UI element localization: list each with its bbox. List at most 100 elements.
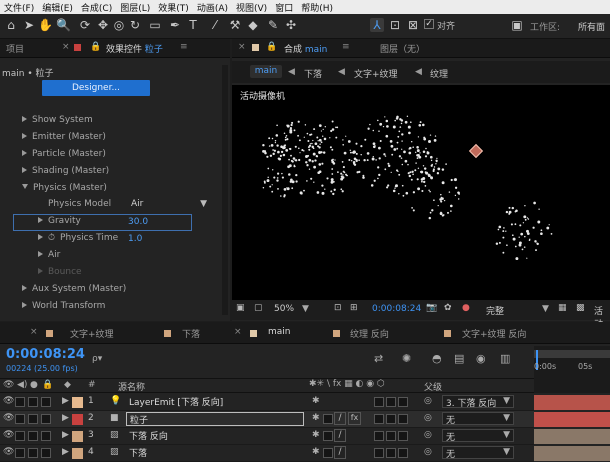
tab-composition[interactable]: 合成 main	[284, 42, 327, 55]
grid-icon[interactable]: ▩	[576, 303, 585, 313]
layer-duration-bar[interactable]	[534, 429, 610, 444]
3d-layer-switch[interactable]	[398, 397, 408, 407]
transparency-icon[interactable]: ⊞	[350, 303, 358, 313]
air-row[interactable]: Air	[0, 250, 218, 267]
view-axis-icon[interactable]: ⊠	[406, 18, 420, 32]
quality-switch-icon[interactable]: /	[334, 429, 346, 442]
twirl-arrow-icon[interactable]: ▶	[62, 396, 69, 406]
crumb-main[interactable]: main	[250, 65, 282, 78]
layer-name[interactable]: 下落	[126, 446, 304, 460]
menu-layer[interactable]: 图层(L)	[116, 1, 154, 14]
tab-main[interactable]: main	[268, 327, 291, 337]
eye-icon[interactable]: 👁	[3, 396, 14, 406]
frame-blend-switch[interactable]	[374, 414, 384, 424]
layer-row[interactable]: 👁 ▶ 4 ▨ 下落 ✱ / ◎ 无 ▼	[0, 445, 534, 462]
shy-switch-icon[interactable]: ✱	[312, 447, 320, 457]
solo-toggle[interactable]	[28, 397, 38, 407]
frame-blend-switch[interactable]	[374, 448, 384, 458]
audio-toggle[interactable]	[15, 414, 25, 424]
layer-row[interactable]: 👁 ▶ 2 ■ 粒子 ✱ / fx ◎ 无 ▼	[0, 411, 534, 428]
eraser-tool-icon[interactable]: ◆	[246, 18, 260, 32]
pen-tool-icon[interactable]: ✒	[168, 18, 182, 32]
collapse-switch[interactable]	[323, 448, 333, 458]
parent-dropdown[interactable]: 3. 下落 反向 ▼	[442, 395, 514, 409]
motion-blur-icon[interactable]: ◉	[476, 352, 486, 365]
eye-icon[interactable]: 👁	[3, 447, 14, 457]
world-axis-icon[interactable]: ⊡	[388, 18, 402, 32]
layer-name[interactable]: 粒子	[126, 412, 304, 426]
region-icon[interactable]: ⊡	[334, 303, 342, 313]
label-color-swatch[interactable]	[72, 431, 83, 442]
resolution-value[interactable]: 完整	[486, 304, 504, 317]
viewer-timecode[interactable]: 0:00:08:24	[372, 304, 421, 314]
zoom-value[interactable]: 50%	[274, 304, 294, 314]
pick-whip-icon[interactable]: ◎	[424, 413, 432, 423]
menu-view[interactable]: 视图(V)	[232, 1, 271, 14]
physics-time-value[interactable]: 1.0	[128, 234, 142, 244]
composition-viewer[interactable]: 活动摄像机	[232, 85, 610, 300]
shy-layers-icon[interactable]: ◓	[432, 352, 442, 365]
hand-tool-icon[interactable]: ✋	[38, 18, 53, 32]
lock-toggle[interactable]	[41, 414, 51, 424]
group-world-transform[interactable]: World Transform	[0, 301, 218, 318]
audio-toggle[interactable]	[15, 448, 25, 458]
rotate-tool-icon[interactable]: ↻	[128, 18, 142, 32]
channel-icon[interactable]: ●	[462, 303, 470, 313]
expand-arrow-icon[interactable]	[22, 167, 27, 173]
preview-icon[interactable]: ▢	[254, 303, 263, 313]
3d-layer-switch[interactable]	[398, 448, 408, 458]
audio-toggle[interactable]	[15, 397, 25, 407]
close-icon[interactable]: ×	[234, 327, 242, 337]
layer-name[interactable]: 下落 反向	[126, 429, 304, 443]
menu-animation[interactable]: 动画(A)	[193, 1, 232, 14]
puppet-tool-icon[interactable]: ✣	[284, 18, 298, 32]
show-snapshot-icon[interactable]: ✿	[444, 303, 452, 313]
frame-blend-switch[interactable]	[374, 397, 384, 407]
solo-toggle[interactable]	[28, 448, 38, 458]
menu-composition[interactable]: 合成(C)	[77, 1, 116, 14]
parent-dropdown[interactable]: 无 ▼	[442, 446, 514, 460]
solo-toggle[interactable]	[28, 414, 38, 424]
brush-tool-icon[interactable]: ⁄	[208, 18, 222, 32]
orbit-camera-icon[interactable]: ⟳	[78, 18, 92, 32]
expand-arrow-icon[interactable]	[22, 285, 27, 291]
twirl-arrow-icon[interactable]: ▶	[62, 413, 69, 423]
motion-blur-switch[interactable]	[386, 431, 396, 441]
group-particle[interactable]: Particle (Master)	[0, 149, 218, 166]
lock-icon[interactable]: 🔒	[266, 42, 277, 52]
motion-blur-switch[interactable]	[386, 397, 396, 407]
expand-arrow-icon[interactable]	[22, 302, 27, 308]
expand-arrow-icon[interactable]	[38, 251, 43, 257]
solo-toggle[interactable]	[28, 431, 38, 441]
layer-duration-bar[interactable]	[534, 395, 610, 410]
home-icon[interactable]: ⌂	[4, 18, 18, 32]
panel-menu-icon[interactable]: ≡	[342, 42, 350, 52]
tab-texture-reverse[interactable]: 纹理 反向	[350, 327, 389, 340]
close-icon[interactable]: ×	[30, 327, 38, 337]
scrollbar[interactable]	[222, 65, 228, 315]
menu-file[interactable]: 文件(F)	[0, 1, 38, 14]
close-icon[interactable]: ×	[238, 42, 246, 52]
layer-duration-bar[interactable]	[534, 446, 610, 461]
crumb-text-texture[interactable]: 文字+纹理	[354, 67, 398, 80]
shy-switch-icon[interactable]: ✱	[312, 396, 320, 406]
graph-editor-icon[interactable]: ▥	[500, 352, 510, 365]
zoom-dropdown-icon[interactable]: ▼	[302, 304, 309, 314]
collapse-switch[interactable]	[323, 431, 333, 441]
rectangle-tool-icon[interactable]: ▭	[148, 18, 162, 32]
menu-effect[interactable]: 效果(T)	[154, 1, 193, 14]
align-checkbox[interactable]: ✓	[424, 19, 434, 29]
twirl-arrow-icon[interactable]: ▶	[62, 430, 69, 440]
menu-edit[interactable]: 编辑(E)	[38, 1, 77, 14]
pan-camera-icon[interactable]: ✥	[96, 18, 110, 32]
tab-fall[interactable]: 下落	[182, 327, 200, 340]
expand-arrow-icon[interactable]	[38, 217, 43, 223]
axis-mode-icon[interactable]: ⅄	[370, 18, 384, 32]
designer-button[interactable]: Designer...	[42, 80, 150, 96]
label-color-swatch[interactable]	[72, 397, 83, 408]
label-color-swatch[interactable]	[72, 448, 83, 459]
source-name-header[interactable]: 源名称	[118, 380, 145, 393]
group-physics[interactable]: Physics (Master)	[0, 183, 218, 200]
layer-name[interactable]: LayerEmit [下落 反向]	[126, 395, 304, 409]
lock-toggle[interactable]	[41, 448, 51, 458]
